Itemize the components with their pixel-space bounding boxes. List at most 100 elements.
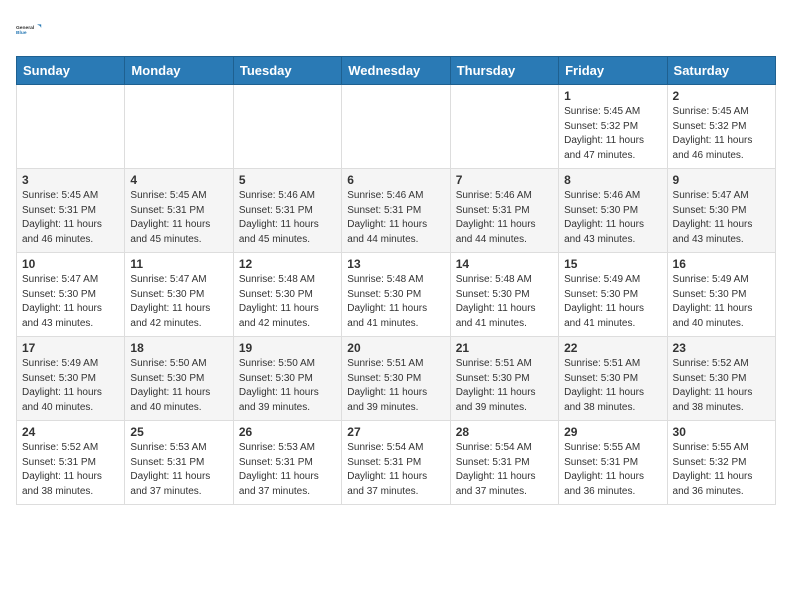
day-info: Sunrise: 5:45 AM Sunset: 5:32 PM Dayligh… [673, 105, 770, 163]
day-number: 25 [130, 425, 227, 439]
calendar-cell: 13 Sunrise: 5:48 AM Sunset: 5:30 PM Dayli… [342, 253, 450, 337]
weekday-header-friday: Friday [559, 57, 667, 85]
weekday-header-sunday: Sunday [17, 57, 125, 85]
calendar-cell [233, 85, 341, 169]
day-info: Sunrise: 5:45 AM Sunset: 5:31 PM Dayligh… [130, 189, 227, 247]
calendar-cell: 18 Sunrise: 5:50 AM Sunset: 5:30 PM Dayli… [125, 337, 233, 421]
day-number: 11 [130, 257, 227, 271]
calendar-cell: 8 Sunrise: 5:46 AM Sunset: 5:30 PM Daylig… [559, 169, 667, 253]
day-info: Sunrise: 5:50 AM Sunset: 5:30 PM Dayligh… [130, 357, 227, 415]
week-row-2: 3 Sunrise: 5:45 AM Sunset: 5:31 PM Daylig… [17, 169, 776, 253]
calendar-cell: 30 Sunrise: 5:55 AM Sunset: 5:32 PM Dayli… [667, 421, 775, 505]
weekday-header-saturday: Saturday [667, 57, 775, 85]
day-info: Sunrise: 5:47 AM Sunset: 5:30 PM Dayligh… [130, 273, 227, 331]
day-number: 22 [564, 341, 661, 355]
day-info: Sunrise: 5:46 AM Sunset: 5:30 PM Dayligh… [564, 189, 661, 247]
day-info: Sunrise: 5:51 AM Sunset: 5:30 PM Dayligh… [456, 357, 553, 415]
day-number: 28 [456, 425, 553, 439]
day-info: Sunrise: 5:55 AM Sunset: 5:31 PM Dayligh… [564, 441, 661, 499]
calendar-cell: 5 Sunrise: 5:46 AM Sunset: 5:31 PM Daylig… [233, 169, 341, 253]
day-number: 8 [564, 173, 661, 187]
calendar-cell: 17 Sunrise: 5:49 AM Sunset: 5:30 PM Dayli… [17, 337, 125, 421]
day-info: Sunrise: 5:51 AM Sunset: 5:30 PM Dayligh… [564, 357, 661, 415]
calendar-cell: 6 Sunrise: 5:46 AM Sunset: 5:31 PM Daylig… [342, 169, 450, 253]
day-number: 2 [673, 89, 770, 103]
calendar-cell [17, 85, 125, 169]
day-info: Sunrise: 5:48 AM Sunset: 5:30 PM Dayligh… [239, 273, 336, 331]
day-info: Sunrise: 5:45 AM Sunset: 5:31 PM Dayligh… [22, 189, 119, 247]
svg-text:Blue: Blue [16, 30, 27, 36]
week-row-1: 1 Sunrise: 5:45 AM Sunset: 5:32 PM Daylig… [17, 85, 776, 169]
day-number: 20 [347, 341, 444, 355]
calendar-cell: 10Sunrise: 5:47 AM Sunset: 5:30 PM Dayli… [17, 253, 125, 337]
calendar-cell: 16 Sunrise: 5:49 AM Sunset: 5:30 PM Dayli… [667, 253, 775, 337]
day-number: 3 [22, 173, 119, 187]
calendar-cell: 4 Sunrise: 5:45 AM Sunset: 5:31 PM Daylig… [125, 169, 233, 253]
day-number: 23 [673, 341, 770, 355]
day-info: Sunrise: 5:47 AM Sunset: 5:30 PM Dayligh… [22, 273, 119, 331]
week-row-4: 17 Sunrise: 5:49 AM Sunset: 5:30 PM Dayli… [17, 337, 776, 421]
weekday-header-wednesday: Wednesday [342, 57, 450, 85]
day-number: 12 [239, 257, 336, 271]
weekday-header-monday: Monday [125, 57, 233, 85]
calendar-cell: 3 Sunrise: 5:45 AM Sunset: 5:31 PM Daylig… [17, 169, 125, 253]
day-number: 30 [673, 425, 770, 439]
calendar-cell: 28Sunrise: 5:54 AM Sunset: 5:31 PM Dayli… [450, 421, 558, 505]
calendar-cell: 27Sunrise: 5:54 AM Sunset: 5:31 PM Dayli… [342, 421, 450, 505]
weekday-header-tuesday: Tuesday [233, 57, 341, 85]
week-row-3: 10Sunrise: 5:47 AM Sunset: 5:30 PM Dayli… [17, 253, 776, 337]
calendar-cell: 22 Sunrise: 5:51 AM Sunset: 5:30 PM Dayli… [559, 337, 667, 421]
weekday-header-row: SundayMondayTuesdayWednesdayThursdayFrid… [17, 57, 776, 85]
day-number: 21 [456, 341, 553, 355]
calendar-cell: 19 Sunrise: 5:50 AM Sunset: 5:30 PM Dayli… [233, 337, 341, 421]
day-info: Sunrise: 5:48 AM Sunset: 5:30 PM Dayligh… [347, 273, 444, 331]
calendar-cell: 9 Sunrise: 5:47 AM Sunset: 5:30 PM Daylig… [667, 169, 775, 253]
day-info: Sunrise: 5:53 AM Sunset: 5:31 PM Dayligh… [130, 441, 227, 499]
calendar-cell [450, 85, 558, 169]
day-number: 5 [239, 173, 336, 187]
calendar-cell: 7Sunrise: 5:46 AM Sunset: 5:31 PM Daylig… [450, 169, 558, 253]
day-number: 9 [673, 173, 770, 187]
calendar-table: SundayMondayTuesdayWednesdayThursdayFrid… [16, 56, 776, 505]
day-info: Sunrise: 5:52 AM Sunset: 5:31 PM Dayligh… [22, 441, 119, 499]
day-number: 6 [347, 173, 444, 187]
day-info: Sunrise: 5:48 AM Sunset: 5:30 PM Dayligh… [456, 273, 553, 331]
day-number: 26 [239, 425, 336, 439]
day-info: Sunrise: 5:54 AM Sunset: 5:31 PM Dayligh… [347, 441, 444, 499]
day-info: Sunrise: 5:46 AM Sunset: 5:31 PM Dayligh… [239, 189, 336, 247]
calendar-cell [342, 85, 450, 169]
calendar-cell: 21 Sunrise: 5:51 AM Sunset: 5:30 PM Dayli… [450, 337, 558, 421]
day-number: 7 [456, 173, 553, 187]
day-info: Sunrise: 5:46 AM Sunset: 5:31 PM Dayligh… [347, 189, 444, 247]
day-number: 19 [239, 341, 336, 355]
day-info: Sunrise: 5:49 AM Sunset: 5:30 PM Dayligh… [22, 357, 119, 415]
day-number: 17 [22, 341, 119, 355]
day-info: Sunrise: 5:49 AM Sunset: 5:30 PM Dayligh… [673, 273, 770, 331]
week-row-5: 24Sunrise: 5:52 AM Sunset: 5:31 PM Dayli… [17, 421, 776, 505]
svg-text:General: General [16, 25, 35, 31]
day-info: Sunrise: 5:55 AM Sunset: 5:32 PM Dayligh… [673, 441, 770, 499]
day-number: 4 [130, 173, 227, 187]
day-number: 14 [456, 257, 553, 271]
page-header: GeneralBlue [16, 16, 776, 44]
day-number: 29 [564, 425, 661, 439]
calendar-cell: 15Sunrise: 5:49 AM Sunset: 5:30 PM Dayli… [559, 253, 667, 337]
day-number: 18 [130, 341, 227, 355]
calendar-cell: 26Sunrise: 5:53 AM Sunset: 5:31 PM Dayli… [233, 421, 341, 505]
calendar-cell: 14 Sunrise: 5:48 AM Sunset: 5:30 PM Dayli… [450, 253, 558, 337]
calendar-cell: 24Sunrise: 5:52 AM Sunset: 5:31 PM Dayli… [17, 421, 125, 505]
day-number: 16 [673, 257, 770, 271]
logo: GeneralBlue [16, 16, 44, 44]
logo-icon: GeneralBlue [16, 16, 44, 44]
calendar-cell [125, 85, 233, 169]
weekday-header-thursday: Thursday [450, 57, 558, 85]
calendar-cell: 11 Sunrise: 5:47 AM Sunset: 5:30 PM Dayli… [125, 253, 233, 337]
day-info: Sunrise: 5:47 AM Sunset: 5:30 PM Dayligh… [673, 189, 770, 247]
day-number: 1 [564, 89, 661, 103]
day-info: Sunrise: 5:49 AM Sunset: 5:30 PM Dayligh… [564, 273, 661, 331]
calendar-cell: 25 Sunrise: 5:53 AM Sunset: 5:31 PM Dayli… [125, 421, 233, 505]
calendar-cell: 29 Sunrise: 5:55 AM Sunset: 5:31 PM Dayli… [559, 421, 667, 505]
day-number: 13 [347, 257, 444, 271]
day-info: Sunrise: 5:50 AM Sunset: 5:30 PM Dayligh… [239, 357, 336, 415]
day-info: Sunrise: 5:52 AM Sunset: 5:30 PM Dayligh… [673, 357, 770, 415]
